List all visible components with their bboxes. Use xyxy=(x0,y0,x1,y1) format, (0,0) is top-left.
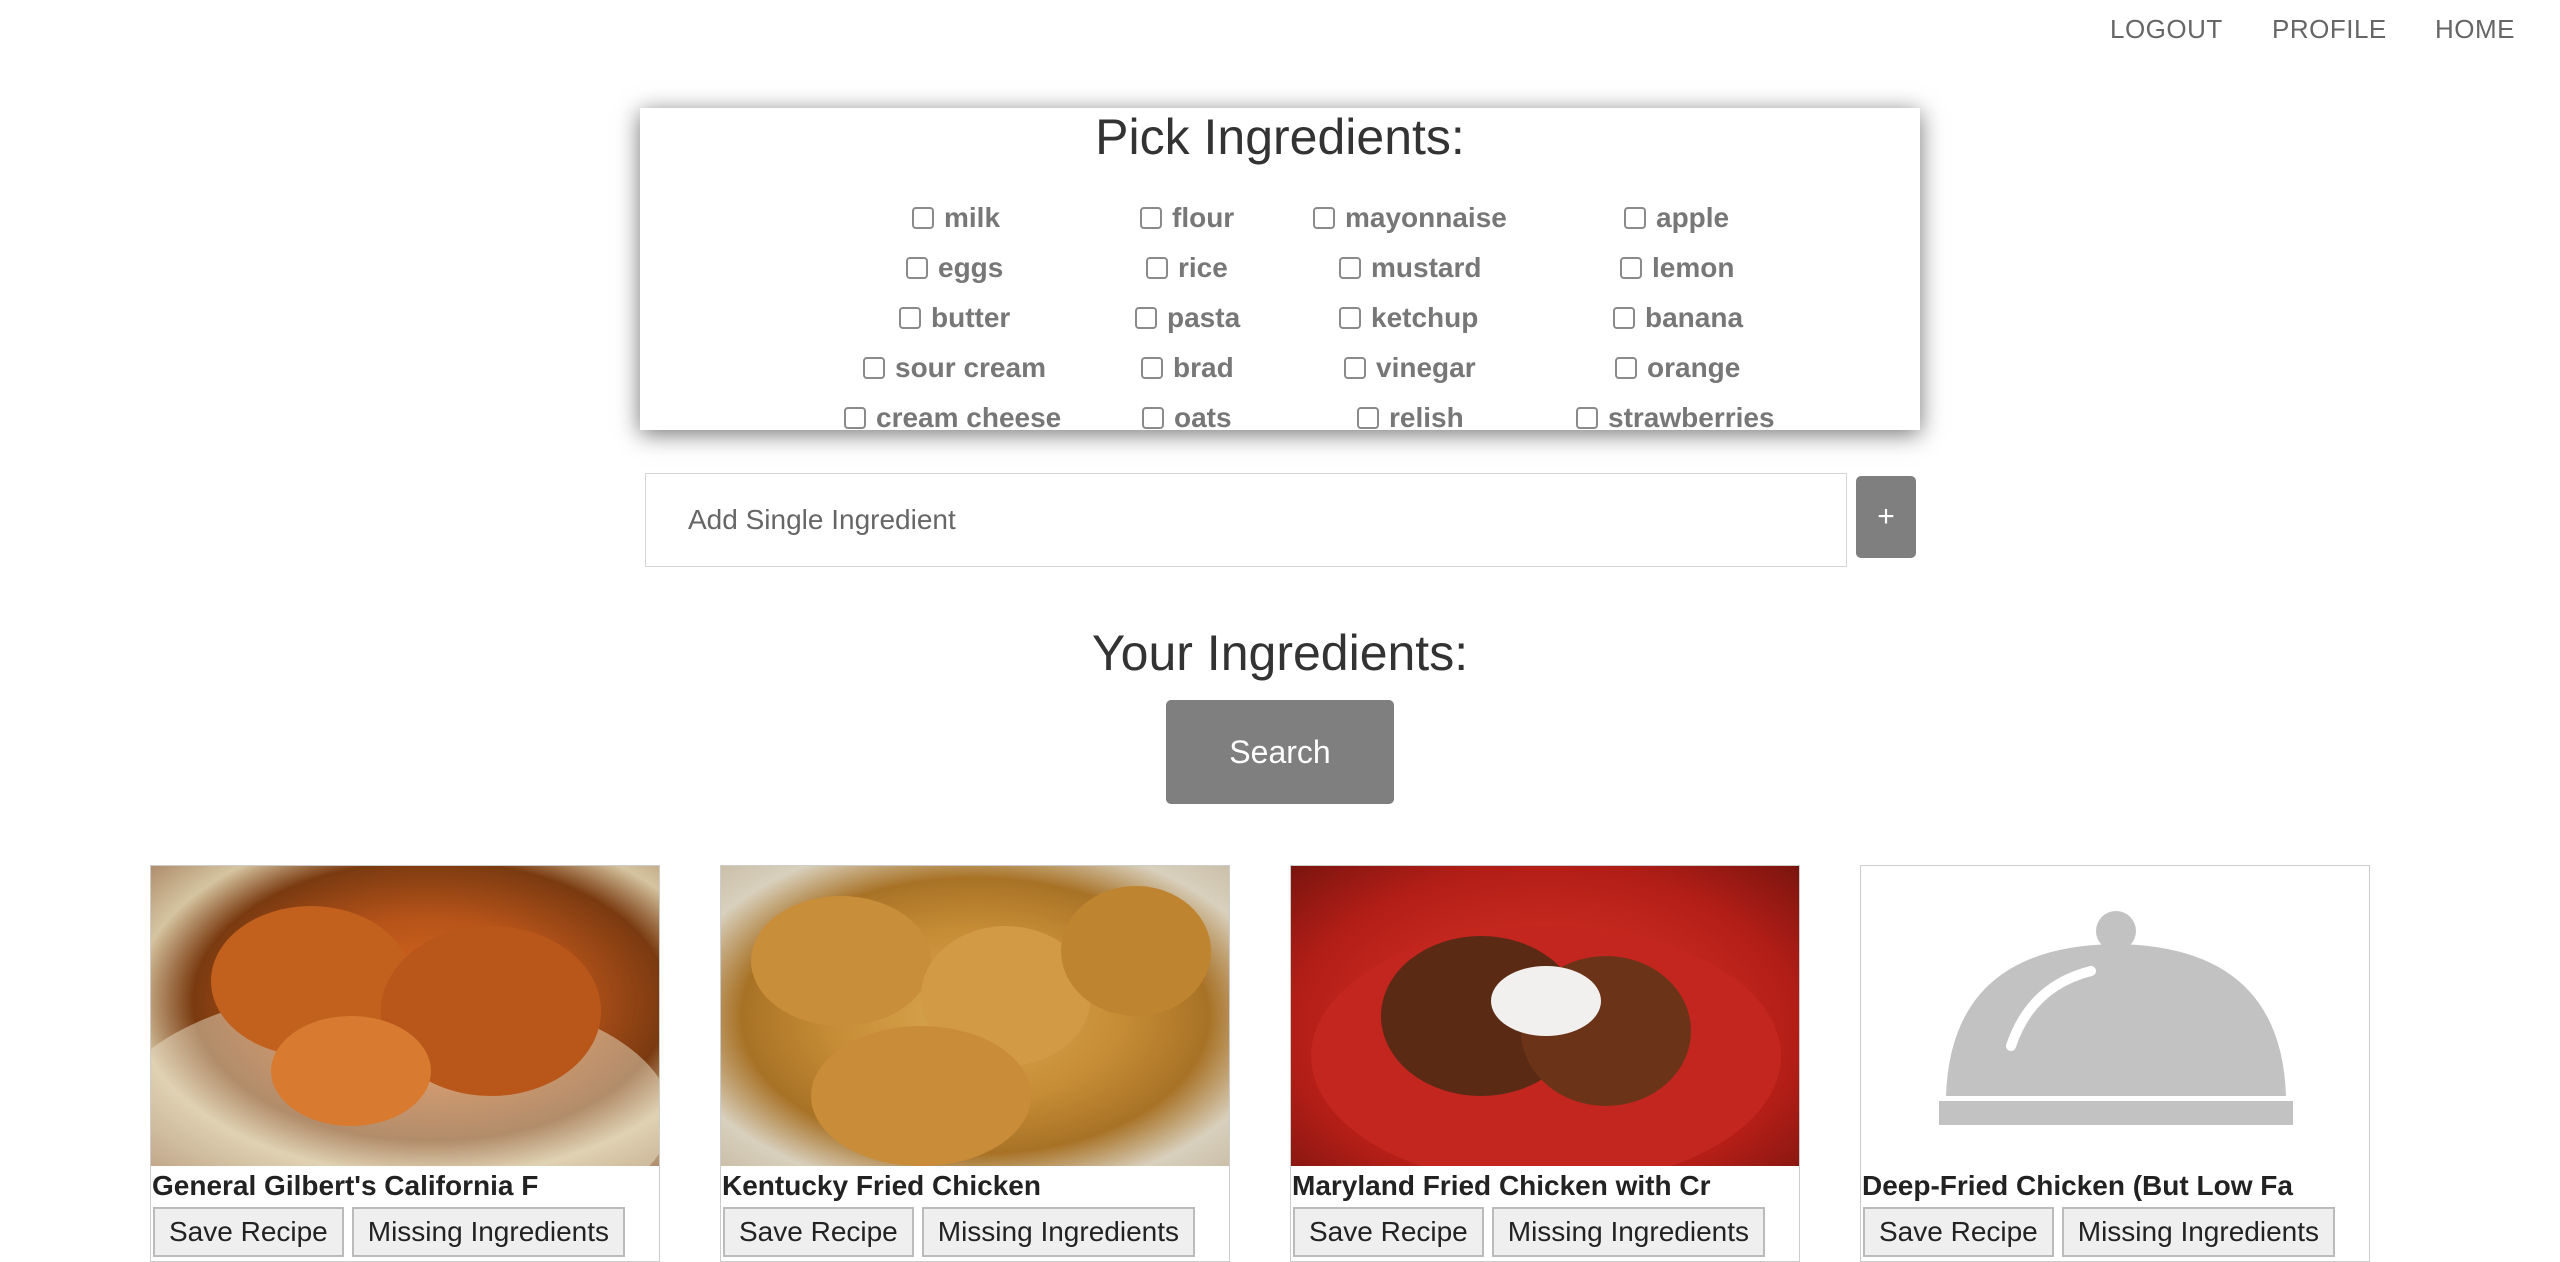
ingredient-label: ketchup xyxy=(1371,302,1479,333)
recipe-card[interactable]: Kentucky Fried Chicken Save Recipe Missi… xyxy=(720,865,1230,1262)
ingredient-ketchup[interactable]: ketchup xyxy=(1339,300,1478,336)
ingredient-flour[interactable]: flour xyxy=(1140,200,1234,236)
checkbox[interactable] xyxy=(1140,207,1162,229)
save-recipe-button[interactable]: Save Recipe xyxy=(1293,1207,1484,1257)
nav-profile[interactable]: PROFILE xyxy=(2272,14,2387,45)
chicken-shape xyxy=(811,1026,1031,1166)
recipe-card[interactable]: General Gilbert's California F Save Reci… xyxy=(150,865,660,1262)
ingredient-label: mustard xyxy=(1371,252,1482,283)
checkbox[interactable] xyxy=(1146,257,1168,279)
ingredient-eggs[interactable]: eggs xyxy=(906,250,1003,286)
ingredient-label: milk xyxy=(944,202,1001,233)
checkbox[interactable] xyxy=(1357,407,1379,429)
ingredient-label: cream cheese xyxy=(876,402,1062,433)
ingredient-apple[interactable]: apple xyxy=(1624,200,1729,236)
checkbox[interactable] xyxy=(899,307,921,329)
ingredient-sour-cream[interactable]: sour cream xyxy=(863,350,1046,386)
ingredient-label: butter xyxy=(931,302,1011,333)
recipe-card[interactable]: Maryland Fried Chicken with Cr Save Reci… xyxy=(1290,865,1800,1262)
search-button[interactable]: Search xyxy=(1166,700,1394,804)
ingredient-label: mayonnaise xyxy=(1345,202,1507,233)
your-ingredients-title: Your Ingredients: xyxy=(1091,625,1469,681)
ingredient-label: lemon xyxy=(1652,252,1735,283)
ingredient-rice[interactable]: rice xyxy=(1146,250,1228,286)
ingredient-mustard[interactable]: mustard xyxy=(1339,250,1481,286)
missing-ingredients-button[interactable]: Missing Ingredients xyxy=(1491,1207,1765,1257)
checkbox[interactable] xyxy=(1624,207,1646,229)
ingredient-mayonnaise[interactable]: mayonnaise xyxy=(1313,200,1507,236)
ingredient-relish[interactable]: relish xyxy=(1357,400,1464,436)
recipe-card[interactable]: Deep-Fried Chicken (But Low Fa Save Reci… xyxy=(1860,865,2370,1262)
checkbox[interactable] xyxy=(1620,257,1642,279)
ingredient-label: pasta xyxy=(1167,302,1241,333)
missing-ingredients-button[interactable]: Missing Ingredients xyxy=(351,1207,625,1257)
checkbox[interactable] xyxy=(1576,407,1598,429)
chicken-shape xyxy=(751,896,931,1026)
sauce-shape xyxy=(1491,966,1601,1036)
ingredient-vinegar[interactable]: vinegar xyxy=(1344,350,1476,386)
recipe-title[interactable]: Deep-Fried Chicken (But Low Fa xyxy=(1861,1170,2369,1202)
ingredient-label: banana xyxy=(1645,302,1744,333)
ingredient-lemon[interactable]: lemon xyxy=(1620,250,1734,286)
checkbox[interactable] xyxy=(906,257,928,279)
ingredient-label: eggs xyxy=(938,252,1004,283)
ingredient-strawberries[interactable]: strawberries xyxy=(1576,400,1775,436)
checkbox[interactable] xyxy=(863,357,885,379)
ingredient-label: oats xyxy=(1174,402,1232,433)
save-recipe-button[interactable]: Save Recipe xyxy=(153,1207,344,1257)
ingredient-label: strawberries xyxy=(1608,402,1775,433)
ingredient-brad[interactable]: brad xyxy=(1141,350,1234,386)
checkbox[interactable] xyxy=(1339,307,1361,329)
missing-ingredients-button[interactable]: Missing Ingredients xyxy=(2061,1207,2335,1257)
checkbox[interactable] xyxy=(1344,357,1366,379)
checkbox[interactable] xyxy=(1141,357,1163,379)
add-ingredient-button[interactable]: + xyxy=(1856,476,1916,558)
ingredient-label: relish xyxy=(1389,402,1464,433)
pick-ingredients-panel: Pick Ingredients: milk eggs butter sour … xyxy=(640,108,1920,433)
recipe-title[interactable]: Kentucky Fried Chicken xyxy=(721,1170,1229,1202)
ingredient-butter[interactable]: butter xyxy=(899,300,1010,336)
ingredient-label: orange xyxy=(1647,352,1741,383)
checkbox[interactable] xyxy=(912,207,934,229)
checkbox[interactable] xyxy=(1615,357,1637,379)
recipe-title[interactable]: Maryland Fried Chicken with Cr xyxy=(1291,1170,1799,1202)
ingredient-pasta[interactable]: pasta xyxy=(1135,300,1240,336)
ingredient-oats[interactable]: oats xyxy=(1142,400,1232,436)
ingredient-banana[interactable]: banana xyxy=(1613,300,1743,336)
cloche-icon xyxy=(1939,911,2293,1125)
ingredient-label: rice xyxy=(1178,252,1228,283)
checkbox[interactable] xyxy=(1313,207,1335,229)
checkbox[interactable] xyxy=(1135,307,1157,329)
ingredient-orange[interactable]: orange xyxy=(1615,350,1740,386)
checkbox[interactable] xyxy=(844,407,866,429)
recipe-image-placeholder[interactable] xyxy=(1861,866,2369,1166)
chicken-shape xyxy=(271,1016,431,1126)
recipe-image[interactable] xyxy=(1291,866,1799,1166)
nav-home[interactable]: HOME xyxy=(2435,14,2515,45)
ingredient-label: sour cream xyxy=(895,352,1046,383)
chicken-shape xyxy=(1061,886,1211,1016)
ingredient-cream-cheese[interactable]: cream cheese xyxy=(844,400,1061,436)
save-recipe-button[interactable]: Save Recipe xyxy=(1863,1207,2054,1257)
recipe-image[interactable] xyxy=(721,866,1229,1166)
nav-logout[interactable]: LOGOUT xyxy=(2110,14,2223,45)
checkbox[interactable] xyxy=(1613,307,1635,329)
missing-ingredients-button[interactable]: Missing Ingredients xyxy=(921,1207,1195,1257)
recipe-title[interactable]: General Gilbert's California F xyxy=(151,1170,659,1202)
checkbox[interactable] xyxy=(1339,257,1361,279)
ingredient-milk[interactable]: milk xyxy=(912,200,1000,236)
save-recipe-button[interactable]: Save Recipe xyxy=(723,1207,914,1257)
ingredient-label: flour xyxy=(1172,202,1235,233)
ingredient-label: apple xyxy=(1656,202,1730,233)
pick-ingredients-title: Pick Ingredients: xyxy=(1095,109,1465,165)
ingredient-label: brad xyxy=(1173,352,1234,383)
checkbox[interactable] xyxy=(1142,407,1164,429)
ingredient-label: vinegar xyxy=(1376,352,1476,383)
add-ingredient-input[interactable] xyxy=(645,473,1847,567)
recipe-image[interactable] xyxy=(151,866,659,1166)
